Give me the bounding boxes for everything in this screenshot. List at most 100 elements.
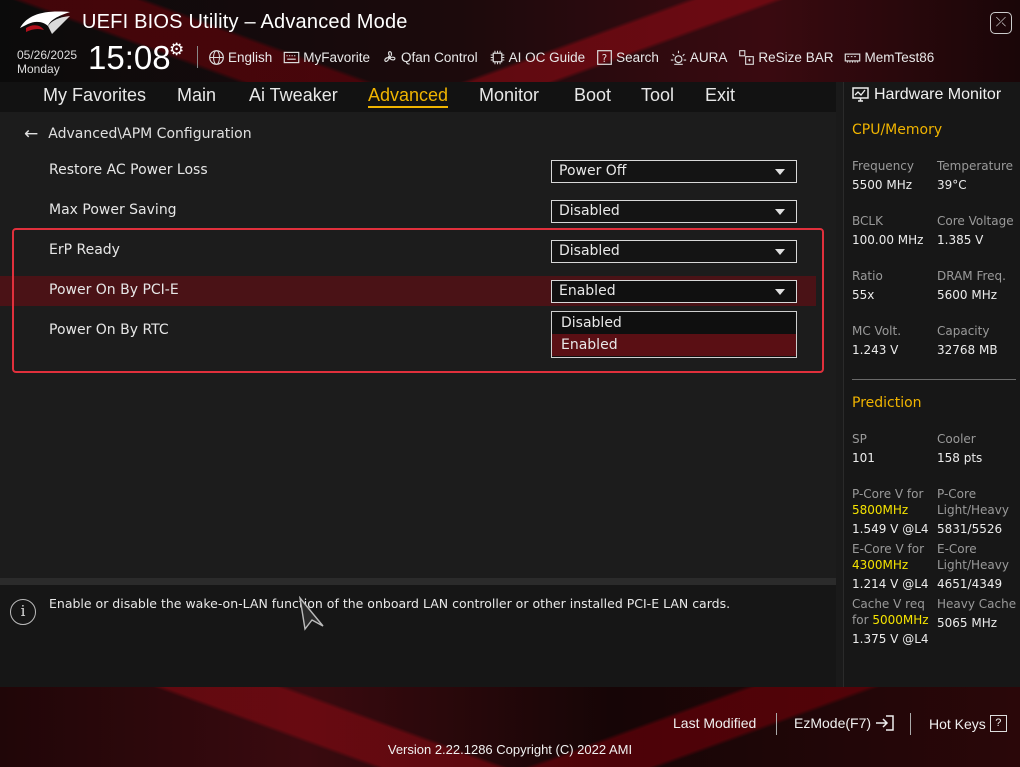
footer-bar: Last Modified EzMode(F7) Hot Keys ? Vers… <box>0 687 1020 767</box>
chevron-down-icon <box>775 209 785 215</box>
restore-ac-power-loss-select[interactable]: Power Off <box>551 160 797 183</box>
tab-monitor[interactable]: Monitor <box>479 85 539 106</box>
ecore-v-freq: 4300MHz <box>852 558 909 572</box>
hw-title-text: Hardware Monitor <box>874 86 1002 103</box>
tool-label-ai-oc: AI OC Guide <box>508 49 586 65</box>
search-button[interactable]: ? Search <box>596 49 659 66</box>
close-icon[interactable]: ⤫ <box>990 12 1012 34</box>
tool-label-aura: AURA <box>689 49 728 65</box>
hw-label-pcore-lh: P-Core Light/Heavy <box>937 486 1009 518</box>
hw-value-dram-freq: 5600 MHz <box>937 288 998 302</box>
language-button[interactable]: English <box>208 49 272 66</box>
hw-value-sp: 101 <box>852 451 875 465</box>
hw-label-sp: SP <box>852 432 867 446</box>
hw-label-heavy-cache: Heavy Cache <box>937 597 1017 611</box>
max-power-saving-select[interactable]: Disabled <box>551 200 797 223</box>
ezmode-label: EzMode(F7) <box>794 715 872 731</box>
tab-main[interactable]: Main <box>177 85 216 106</box>
tool-label-english: English <box>228 49 273 65</box>
mouse-cursor-icon <box>298 596 324 631</box>
hw-value-ratio: 55x <box>852 288 875 302</box>
keyboard-icon <box>283 51 300 63</box>
hardware-monitor-title: Hardware Monitor <box>852 86 1001 104</box>
hw-value-frequency: 5500 MHz <box>852 178 913 192</box>
ezmode-button[interactable]: EzMode(F7) <box>794 715 895 731</box>
tab-boot[interactable]: Boot <box>574 85 611 106</box>
hw-value-ecore-v: 1.214 V @L4 <box>852 577 929 591</box>
hw-value-cooler: 158 pts <box>937 451 983 465</box>
date-display: 05/26/2025 Monday <box>17 48 77 76</box>
globe-icon <box>209 49 224 65</box>
prediction-heading: Prediction <box>852 395 922 411</box>
hw-label-mc-volt: MC Volt. <box>852 324 902 338</box>
last-modified-button[interactable]: Last Modified <box>673 715 756 731</box>
gear-icon[interactable]: ⚙ <box>169 40 184 60</box>
select-value: Disabled <box>559 203 620 219</box>
hw-label-core-voltage: Core Voltage <box>937 214 1014 228</box>
ecore-v-label: E-Core V for <box>852 542 925 556</box>
hw-label-frequency: Frequency <box>852 159 914 173</box>
help-key-icon: ? <box>989 715 1007 732</box>
tab-my-favorites[interactable]: My Favorites <box>43 85 146 106</box>
day-text: Monday <box>17 62 60 76</box>
main-nav: My Favorites Main Ai Tweaker Advanced Mo… <box>0 82 836 112</box>
hw-label-pcore-v: P-Core V for 5800MHz <box>852 486 923 518</box>
hw-value-temperature: 39°C <box>937 178 967 192</box>
last-modified-label: Last Modified <box>673 715 757 731</box>
chip-icon <box>490 50 504 64</box>
exit-arrow-icon <box>876 715 894 731</box>
hw-label-temperature: Temperature <box>937 159 1014 173</box>
monitor-icon <box>852 87 869 102</box>
select-value: Power Off <box>559 163 627 179</box>
hw-label-ratio: Ratio <box>852 269 883 283</box>
hw-label-cache-v: Cache V req for 5000MHz <box>852 596 929 628</box>
cache-v-freq: 5000MHz <box>872 613 929 627</box>
hw-value-cache-v: 1.375 V @L4 <box>852 632 929 646</box>
tool-label-resize-bar: ReSize BAR <box>758 49 834 65</box>
app-title: UEFI BIOS Utility – Advanced Mode <box>82 11 408 33</box>
breadcrumb: ← Advanced\APM Configuration <box>24 124 252 144</box>
resize-bar-button[interactable]: ReSize BAR <box>738 49 833 66</box>
qfan-control-button[interactable]: Qfan Control <box>381 49 478 66</box>
version-text: Version 2.22.1286 Copyright (C) 2022 AMI <box>387 742 633 757</box>
breadcrumb-path: Advanced\APM Configuration <box>48 126 252 142</box>
settings-panel: ← Advanced\APM Configuration Restore AC … <box>0 112 836 578</box>
ai-oc-guide-button[interactable]: AI OC Guide <box>489 49 586 66</box>
tool-label-qfan: Qfan Control <box>401 49 478 65</box>
cache-v-label2: for <box>852 613 869 627</box>
hw-value-pcore-lh: 5831/5526 <box>937 522 1003 536</box>
pcore-v-label: P-Core V for <box>852 487 924 501</box>
myfavorite-button[interactable]: MyFavorite <box>283 49 370 66</box>
pcore-lh-label1: P-Core <box>937 487 977 501</box>
hw-label-dram-freq: DRAM Freq. <box>937 269 1006 283</box>
footer-divider <box>910 713 911 735</box>
rog-logo-icon <box>20 11 70 34</box>
tab-advanced[interactable]: Advanced <box>368 85 449 108</box>
hw-value-heavy-cache: 5065 MHz <box>937 616 998 630</box>
help-text: Enable or disable the wake-on-LAN functi… <box>49 596 731 611</box>
tab-exit[interactable]: Exit <box>705 85 735 106</box>
hw-label-cooler: Cooler <box>937 432 976 446</box>
date-text: 05/26/2025 <box>17 48 78 62</box>
setting-row-restore-ac-power-loss[interactable]: Restore AC Power Loss Power Off <box>0 156 816 186</box>
hw-value-mc-volt: 1.243 V <box>852 343 899 357</box>
setting-row-max-power-saving[interactable]: Max Power Saving Disabled <box>0 196 816 226</box>
ecore-lh-label1: E-Core <box>937 542 977 556</box>
help-divider <box>0 578 836 585</box>
hw-label-ecore-v: E-Core V for 4300MHz <box>852 541 924 573</box>
memory-icon <box>845 53 861 63</box>
tab-ai-tweaker[interactable]: Ai Tweaker <box>249 85 338 106</box>
hot-keys-label: Hot Keys <box>929 715 986 732</box>
memtest86-button[interactable]: MemTest86 <box>844 49 934 66</box>
hardware-monitor-panel: Hardware Monitor CPU/Memory Frequency 55… <box>843 82 1020 687</box>
header-divider <box>197 46 198 68</box>
back-arrow-icon[interactable]: ← <box>24 124 38 144</box>
tool-label-memtest: MemTest86 <box>864 49 935 65</box>
aura-button[interactable]: AURA <box>670 49 728 66</box>
highlight-frame <box>12 228 824 373</box>
hot-keys-button[interactable]: Hot Keys ? <box>929 715 1007 732</box>
help-panel: i Enable or disable the wake-on-LAN func… <box>0 585 836 687</box>
fan-icon <box>384 50 396 62</box>
tab-tool[interactable]: Tool <box>641 85 674 106</box>
svg-text:?: ? <box>602 53 607 64</box>
